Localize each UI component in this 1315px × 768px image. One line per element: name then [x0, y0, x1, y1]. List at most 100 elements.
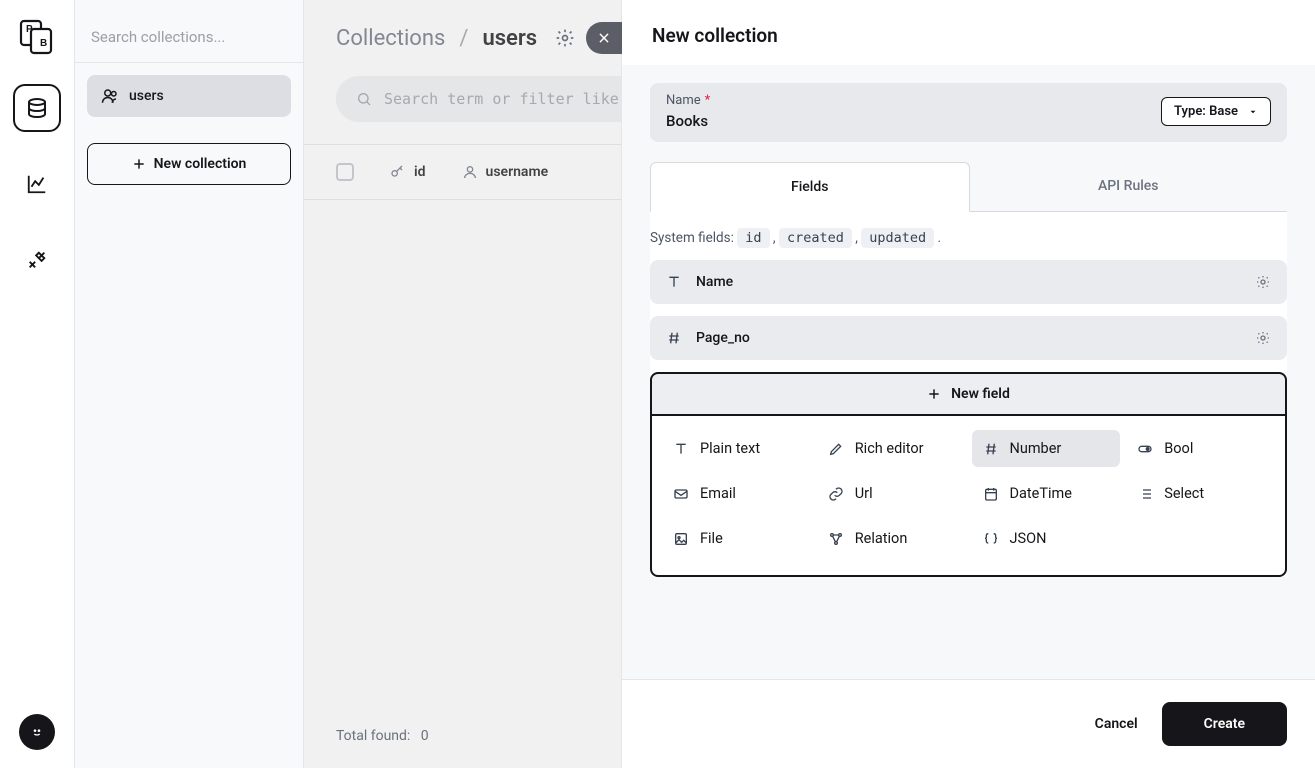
- field-type-file[interactable]: File: [662, 520, 811, 557]
- collections-sidebar: Search collections... users New collecti…: [74, 0, 304, 768]
- toggle-icon: [1136, 441, 1154, 457]
- key-icon: [390, 164, 406, 180]
- field-pageno-label: Page_no: [696, 330, 750, 346]
- sidebar-item-users[interactable]: users: [87, 75, 291, 117]
- ft-label: Email: [700, 485, 736, 502]
- search-collections-input[interactable]: Search collections...: [75, 0, 303, 63]
- hash-icon: [982, 441, 1000, 457]
- plus-icon: [132, 157, 146, 171]
- new-field-label: New field: [951, 386, 1010, 402]
- calendar-icon: [982, 486, 1000, 502]
- field-type-rich-editor[interactable]: Rich editor: [817, 430, 966, 467]
- search-icon: [356, 91, 372, 107]
- select-all-checkbox[interactable]: [336, 163, 354, 181]
- panel-footer: Cancel Create: [622, 679, 1315, 768]
- type-label: Type: Base: [1174, 104, 1238, 119]
- chevron-down-icon: [1248, 107, 1258, 117]
- panel-title: New collection: [622, 0, 1315, 65]
- braces-icon: [982, 531, 1000, 547]
- field-type-datetime[interactable]: DateTime: [972, 475, 1121, 512]
- feedback-button[interactable]: [19, 714, 55, 750]
- field-settings-icon[interactable]: [1255, 330, 1271, 346]
- breadcrumb-separator: /: [459, 26, 468, 51]
- name-value: Books: [666, 112, 710, 130]
- ft-label: Url: [855, 485, 873, 502]
- column-username-label: username: [486, 164, 549, 180]
- field-type-email[interactable]: Email: [662, 475, 811, 512]
- tab-api-rules[interactable]: API Rules: [970, 162, 1288, 211]
- sysfield-id: id: [737, 228, 769, 248]
- new-collection-button[interactable]: New collection: [87, 143, 291, 185]
- search-placeholder: Search collections...: [91, 28, 225, 46]
- new-collection-panel: New collection Name * Books Type: Base: [621, 0, 1315, 768]
- system-fields-label: System fields:: [650, 230, 734, 246]
- hash-icon: [666, 330, 682, 346]
- field-type-plain-text[interactable]: Plain text: [662, 430, 811, 467]
- required-asterisk: *: [705, 93, 711, 108]
- image-icon: [672, 531, 690, 547]
- ft-label: Rich editor: [855, 440, 924, 457]
- pencil-icon: [827, 441, 845, 457]
- app-logo: P B: [18, 18, 56, 56]
- relation-icon: [827, 531, 845, 547]
- footer-label: Total found:: [336, 728, 410, 744]
- nav-rail: P B: [0, 0, 74, 768]
- collection-settings-icon[interactable]: [551, 24, 579, 52]
- tab-fields[interactable]: Fields: [650, 162, 970, 212]
- create-label: Create: [1204, 716, 1245, 732]
- column-id-label: id: [414, 164, 426, 180]
- nav-logs[interactable]: [13, 160, 61, 208]
- ft-label: Plain text: [700, 440, 760, 457]
- search-records-placeholder: Search term or filter like c: [384, 90, 637, 108]
- link-icon: [827, 486, 845, 502]
- sidebar-item-label: users: [129, 88, 164, 104]
- field-type-json[interactable]: JSON: [972, 520, 1121, 557]
- create-button[interactable]: Create: [1162, 702, 1287, 746]
- collection-name-field[interactable]: Name * Books Type: Base: [650, 83, 1287, 142]
- sysfield-updated: updated: [861, 228, 934, 248]
- plus-icon: [927, 387, 941, 401]
- field-type-select[interactable]: Select: [1126, 475, 1275, 512]
- new-field-button[interactable]: New field: [650, 372, 1287, 416]
- ft-label: Relation: [855, 530, 908, 547]
- system-fields-row: System fields: id , created , updated .: [650, 230, 1287, 260]
- field-type-relation[interactable]: Relation: [817, 520, 966, 557]
- user-icon: [462, 164, 478, 180]
- field-type-url[interactable]: Url: [817, 475, 966, 512]
- tab-fields-label: Fields: [791, 179, 828, 195]
- tab-api-rules-label: API Rules: [1098, 178, 1159, 194]
- breadcrumb-root: Collections: [336, 26, 445, 51]
- field-type-bool[interactable]: Bool: [1126, 430, 1275, 467]
- field-name-label: Name: [696, 274, 733, 290]
- new-collection-label: New collection: [154, 156, 247, 172]
- nav-settings[interactable]: [13, 236, 61, 284]
- field-row-name[interactable]: Name: [650, 260, 1287, 304]
- svg-text:B: B: [40, 38, 47, 49]
- list-icon: [1136, 486, 1154, 502]
- close-panel-button[interactable]: [586, 22, 622, 54]
- field-type-number[interactable]: Number: [972, 430, 1121, 467]
- main-area: Collections / users Search term or filte…: [304, 0, 1315, 768]
- field-type-grid: Plain text Rich editor Number Bool: [650, 416, 1287, 577]
- column-username[interactable]: username: [462, 164, 549, 180]
- ft-label: File: [700, 530, 723, 547]
- sysfield-created: created: [779, 228, 852, 248]
- cancel-label: Cancel: [1095, 716, 1138, 732]
- text-icon: [666, 274, 682, 290]
- ft-label: Select: [1164, 485, 1204, 502]
- cancel-button[interactable]: Cancel: [1095, 716, 1138, 732]
- field-settings-icon[interactable]: [1255, 274, 1271, 290]
- ft-label: Number: [1010, 440, 1062, 457]
- mail-icon: [672, 486, 690, 502]
- footer-count: 0: [421, 728, 429, 744]
- panel-tabs: Fields API Rules: [650, 162, 1287, 212]
- field-row-page-no[interactable]: Page_no: [650, 316, 1287, 360]
- ft-label: DateTime: [1010, 485, 1072, 502]
- collection-type-dropdown[interactable]: Type: Base: [1161, 97, 1271, 126]
- name-label: Name: [666, 93, 701, 108]
- text-icon: [672, 441, 690, 457]
- nav-collections[interactable]: [13, 84, 61, 132]
- column-id[interactable]: id: [390, 164, 426, 180]
- svg-text:P: P: [26, 24, 33, 35]
- ft-label: JSON: [1010, 530, 1047, 547]
